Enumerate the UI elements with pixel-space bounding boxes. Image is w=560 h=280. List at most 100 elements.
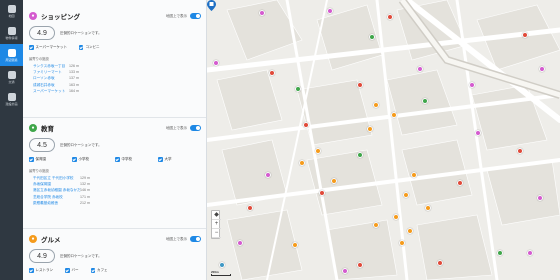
shopping-section: ● ショッピング 地図上で表示 4.9 圧倒的ロケーションです。 スーパーマーケ… — [23, 9, 206, 94]
restaurant-pin[interactable] — [247, 205, 253, 211]
restaurant-pin[interactable] — [387, 14, 393, 20]
tag-icon — [7, 26, 16, 35]
shopping-near-list: サンクス赤坂一丁目 126 m ファミリーマート 133 m ローソン赤坂 137 m… — [29, 63, 201, 94]
checkbox-icon — [72, 157, 77, 162]
education-title: 教育 — [41, 126, 54, 133]
education-map-toggle[interactable] — [190, 125, 201, 131]
school-pin[interactable] — [422, 98, 428, 104]
gourmet-map-toggle[interactable] — [190, 236, 201, 242]
restaurant-pin[interactable] — [457, 180, 463, 186]
restaurant-icon: ● — [29, 235, 37, 243]
gourmet-title: グルメ — [41, 237, 61, 244]
restaurant-pin[interactable] — [393, 214, 399, 220]
restaurant-pin[interactable] — [319, 190, 325, 196]
shopping-filters: スーパーマーケット コンビニ — [29, 45, 201, 50]
shopping-pin[interactable] — [537, 195, 543, 201]
zoom-out-button[interactable]: − — [212, 229, 221, 238]
shopping-score: 4.9 — [29, 26, 55, 40]
rail-item-transport[interactable]: 交通 — [0, 66, 23, 88]
shopping-pin[interactable] — [539, 66, 545, 72]
list-item[interactable]: 慶應義塾幼稚舎 212 m — [29, 200, 201, 206]
filter-supermarket[interactable]: スーパーマーケット — [29, 45, 67, 50]
shopping-map-toggle[interactable] — [190, 13, 201, 19]
rail-item-map[interactable]: 地図 — [0, 0, 23, 22]
shopping-pin[interactable] — [475, 130, 481, 136]
restaurant-pin[interactable] — [357, 262, 363, 268]
surroundings-panel: ● ショッピング 地図上で表示 4.9 圧倒的ロケーションです。 スーパーマーケ… — [23, 0, 207, 280]
restaurant-pin[interactable] — [331, 178, 337, 184]
filter-elementary[interactable]: 小学校 — [72, 157, 115, 162]
restaurant-pin[interactable] — [407, 228, 413, 234]
filter-junior-high[interactable]: 中学校 — [115, 157, 158, 162]
filter-cafe[interactable]: カフェ — [90, 268, 108, 273]
gourmet-toggle-label: 地図上で表示 — [166, 236, 187, 241]
restaurant-pin[interactable] — [373, 102, 379, 108]
restaurant-pin[interactable] — [399, 240, 405, 246]
map-streets — [207, 0, 560, 280]
filter-university[interactable]: 大学 — [158, 157, 201, 162]
shopping-pin[interactable] — [265, 172, 271, 178]
education-section: ● 教育 地図上で表示 4.5 圧倒的ロケーションです。 保育園 小学校 中学校… — [23, 121, 206, 206]
checkbox-icon — [29, 45, 34, 50]
shopping-title: ショッピング — [41, 14, 80, 21]
rail-item-construction[interactable]: 建設計画 — [0, 88, 23, 110]
divider — [23, 117, 206, 118]
restaurant-pin[interactable] — [411, 172, 417, 178]
restaurant-pin[interactable] — [357, 82, 363, 88]
school-pin[interactable] — [357, 152, 363, 158]
map-view[interactable]: ◆ + − 200m — [207, 0, 560, 280]
list-item[interactable]: スーパーマーケット 164 m — [29, 88, 201, 94]
checkbox-icon — [78, 45, 84, 50]
filter-nursery[interactable]: 保育園 — [29, 157, 72, 162]
shopping-near-title: 最寄りの施設 — [29, 57, 49, 61]
gourmet-score: 4.9 — [29, 249, 55, 263]
rail-item-property[interactable]: 物件情報 — [0, 22, 23, 44]
shopping-toggle-label: 地図上で表示 — [166, 13, 187, 18]
education-toggle-label: 地図上で表示 — [166, 125, 187, 130]
shopping-pin[interactable] — [342, 268, 348, 274]
restaurant-pin[interactable] — [303, 122, 309, 128]
shopping-pin[interactable] — [469, 82, 475, 88]
checkbox-icon — [90, 268, 95, 273]
restaurant-pin[interactable] — [299, 160, 305, 166]
shopping-pin[interactable] — [213, 60, 219, 66]
checkbox-icon — [115, 157, 120, 162]
restaurant-pin[interactable] — [517, 148, 523, 154]
station-pin[interactable] — [219, 262, 225, 268]
restaurant-pin[interactable] — [315, 148, 321, 154]
filter-convenience[interactable]: コンビニ — [78, 45, 99, 50]
restaurant-pin[interactable] — [373, 222, 379, 228]
shopping-pin[interactable] — [417, 66, 423, 72]
restaurant-pin[interactable] — [437, 260, 443, 266]
map-controls: ◆ + − — [211, 210, 221, 239]
school-pin[interactable] — [295, 86, 301, 92]
divider — [23, 228, 206, 229]
map-scale: 200m — [211, 270, 231, 276]
filter-restaurant[interactable]: レストラン — [29, 268, 53, 273]
restaurant-pin[interactable] — [269, 70, 275, 76]
checkbox-icon — [29, 268, 34, 273]
restaurant-pin[interactable] — [391, 112, 397, 118]
school-pin[interactable] — [369, 34, 375, 40]
compass-button[interactable]: ◆ — [212, 211, 221, 220]
gourmet-score-desc: 圧倒的ロケーションです。 — [60, 253, 102, 258]
shopping-pin[interactable] — [527, 250, 533, 256]
map-icon — [7, 4, 16, 13]
checkbox-icon — [29, 157, 34, 162]
shopping-pin[interactable] — [327, 8, 333, 14]
restaurant-pin[interactable] — [522, 32, 528, 38]
shopping-pin[interactable] — [259, 10, 265, 16]
restaurant-pin[interactable] — [425, 205, 431, 211]
shopping-pin[interactable] — [237, 240, 243, 246]
school-pin[interactable] — [497, 250, 503, 256]
education-score-desc: 圧倒的ロケーションです。 — [60, 142, 102, 147]
property-location-pin[interactable] — [207, 0, 216, 11]
school-icon: ● — [29, 124, 37, 132]
restaurant-pin[interactable] — [292, 242, 298, 248]
zoom-in-button[interactable]: + — [212, 220, 221, 229]
rail-item-surroundings[interactable]: 周辺環境 — [0, 44, 23, 66]
scale-bar — [211, 274, 231, 276]
restaurant-pin[interactable] — [403, 192, 409, 198]
restaurant-pin[interactable] — [367, 126, 373, 132]
filter-bar[interactable]: バー — [65, 268, 79, 273]
